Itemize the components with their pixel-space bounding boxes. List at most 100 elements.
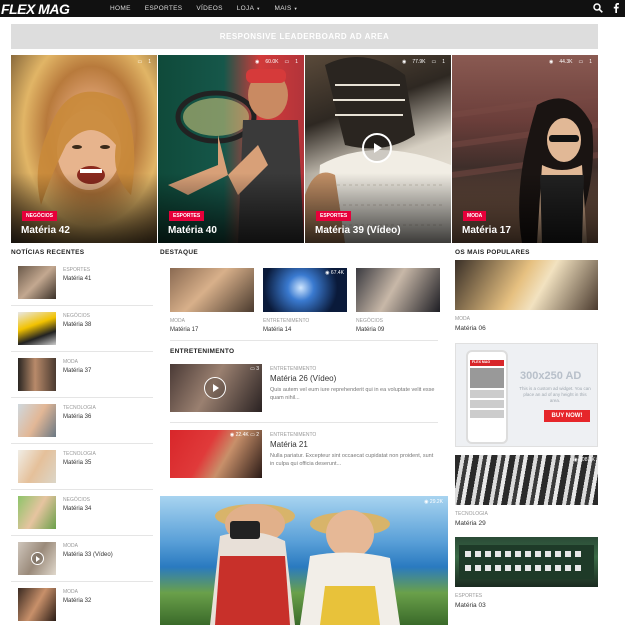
play-icon[interactable] xyxy=(204,377,226,399)
nav-label: MAIS xyxy=(274,5,292,12)
thumbnail xyxy=(18,404,56,437)
item-category[interactable]: MODA xyxy=(63,543,78,549)
item-category[interactable]: NEGÓCIOS xyxy=(63,497,90,503)
comment-icon: ▭ xyxy=(284,59,290,65)
divider xyxy=(170,422,438,423)
item-category[interactable]: MODA xyxy=(63,359,78,365)
thumbnail: ▭ 3 xyxy=(170,364,262,412)
item-title[interactable]: Matéria 21 xyxy=(270,440,308,449)
nav-loja[interactable]: LOJA ▼ xyxy=(230,5,268,12)
item-title[interactable]: Matéria 33 (Vídeo) xyxy=(63,552,113,558)
popular-card[interactable]: ◉ 308.1K TECNOLOGIA Matéria 29 xyxy=(455,455,598,527)
nav-mais[interactable]: MAIS ▼ xyxy=(268,5,305,12)
hero-stats: ▭ 1 xyxy=(137,59,151,65)
facebook-icon[interactable] xyxy=(613,3,619,13)
mock-row xyxy=(470,390,504,398)
item-category[interactable]: MODA xyxy=(455,316,598,322)
hero-stats: ◉ 77.9K ▭ 1 xyxy=(402,59,445,65)
thumb-stats: ◉ 67.4K xyxy=(325,270,344,276)
comment-count: 1 xyxy=(295,59,298,65)
play-icon[interactable] xyxy=(31,552,44,565)
big-feature-illustration xyxy=(210,504,400,625)
big-feature-image[interactable]: ◉ 29.2K xyxy=(160,496,448,625)
item-category[interactable]: ENTRETENIMENTO xyxy=(270,366,316,372)
list-item[interactable]: NEGÓCIOS Matéria 38 xyxy=(11,306,153,352)
item-title[interactable]: Matéria 35 xyxy=(63,460,91,466)
item-title[interactable]: Matéria 37 xyxy=(63,368,91,374)
thumbnail xyxy=(18,542,56,575)
thumbnail xyxy=(18,358,56,391)
nav-label: ESPORTES xyxy=(144,5,183,12)
hero-tile[interactable]: ◉ 60.0K ▭ 1 ESPORTES Matéria 40 xyxy=(158,55,304,243)
nav-videos[interactable]: VÍDEOS xyxy=(189,5,229,12)
hero-title[interactable]: Matéria 39 (Vídeo) xyxy=(315,225,401,236)
comment-count: 1 xyxy=(442,59,445,65)
item-category[interactable]: TECNOLOGIA xyxy=(63,405,96,411)
item-title[interactable]: Matéria 38 xyxy=(63,322,91,328)
item-title[interactable]: Matéria 29 xyxy=(455,520,598,527)
list-item[interactable]: TECNOLOGIA Matéria 35 xyxy=(11,444,153,490)
item-title[interactable]: Matéria 06 xyxy=(455,325,598,332)
item-category[interactable]: MODA xyxy=(63,589,78,595)
thumbnail xyxy=(170,268,254,312)
list-item[interactable]: ▭ 3 ENTRETENIMENTO Matéria 26 (Vídeo) Qu… xyxy=(170,364,438,420)
item-title[interactable]: Matéria 41 xyxy=(63,276,91,282)
hero-tile[interactable]: ◉ 44.3K ▭ 1 MODA Matéria 17 xyxy=(452,55,598,243)
buy-now-button[interactable]: BUY NOW! xyxy=(544,410,590,422)
list-item[interactable]: NEGÓCIOS Matéria 34 xyxy=(11,490,153,536)
item-title[interactable]: Matéria 26 (Vídeo) xyxy=(270,374,336,383)
item-title[interactable]: Matéria 03 xyxy=(455,602,598,609)
hero-title[interactable]: Matéria 17 xyxy=(462,225,511,236)
hero-category-badge[interactable]: ESPORTES xyxy=(316,211,352,221)
play-icon[interactable] xyxy=(362,133,392,163)
item-category[interactable]: NEGÓCIOS xyxy=(63,313,90,319)
list-item[interactable]: MODA Matéria 37 xyxy=(11,352,153,398)
eye-icon: ◉ xyxy=(549,59,554,65)
hero-title[interactable]: Matéria 42 xyxy=(21,225,70,236)
hero-tile[interactable]: ◉ 77.9K ▭ 1 ESPORTES Matéria 39 (Vídeo) xyxy=(305,55,451,243)
hero-category-badge[interactable]: MODA xyxy=(463,211,487,221)
item-category[interactable]: ESPORTES xyxy=(63,267,90,273)
list-item[interactable]: MODA Matéria 33 (Vídeo) xyxy=(11,536,153,582)
item-category[interactable]: NEGÓCIOS xyxy=(356,318,440,324)
list-item[interactable]: ◉ 22.4K ▭ 2 ENTRETENIMENTO Matéria 21 Nu… xyxy=(170,430,438,486)
mock-row xyxy=(470,410,504,418)
thumbnail xyxy=(18,588,56,621)
item-category[interactable]: TECNOLOGIA xyxy=(63,451,96,457)
hero-title[interactable]: Matéria 40 xyxy=(168,225,217,236)
featured-card[interactable]: NEGÓCIOS Matéria 09 xyxy=(356,268,440,333)
item-category[interactable]: ENTRETENIMENTO xyxy=(263,318,347,324)
search-icon[interactable] xyxy=(593,3,603,13)
item-title[interactable]: Matéria 09 xyxy=(356,327,440,333)
list-item[interactable]: MODA Matéria 32 xyxy=(11,582,153,628)
item-category[interactable]: ENTRETENIMENTO xyxy=(270,432,316,438)
featured-heading: DESTAQUE xyxy=(160,249,199,256)
header-icons xyxy=(593,3,619,13)
featured-card[interactable]: ◉ 67.4K ENTRETENIMENTO Matéria 14 xyxy=(263,268,347,333)
popular-card[interactable]: MODA Matéria 06 xyxy=(455,260,598,332)
site-logo[interactable]: FLEX MAG xyxy=(1,1,101,17)
item-title[interactable]: Matéria 32 xyxy=(63,598,91,604)
popular-card[interactable]: ESPORTES Matéria 03 xyxy=(455,537,598,609)
nav-esportes[interactable]: ESPORTES xyxy=(138,5,190,12)
list-item[interactable]: TECNOLOGIA Matéria 36 xyxy=(11,398,153,444)
comment-count: 1 xyxy=(589,59,592,65)
square-ad[interactable]: FLEX MAG 300x250 AD This is a custom ad … xyxy=(455,343,598,447)
hero-category-badge[interactable]: NEGÓCIOS xyxy=(22,211,57,221)
featured-card[interactable]: MODA Matéria 17 xyxy=(170,268,254,333)
item-category[interactable]: MODA xyxy=(170,318,254,324)
item-title[interactable]: Matéria 17 xyxy=(170,327,254,333)
list-item[interactable]: ESPORTES Matéria 41 xyxy=(11,260,153,306)
item-category[interactable]: TECNOLOGIA xyxy=(455,511,598,517)
item-title[interactable]: Matéria 34 xyxy=(63,506,91,512)
item-title[interactable]: Matéria 14 xyxy=(263,327,347,333)
item-category[interactable]: ESPORTES xyxy=(455,593,598,599)
hero-tile[interactable]: ▭ 1 NEGÓCIOS Matéria 42 xyxy=(11,55,157,243)
thumbnail: ◉ 308.1K xyxy=(455,455,598,505)
item-title[interactable]: Matéria 36 xyxy=(63,414,91,420)
hero-category-badge[interactable]: ESPORTES xyxy=(169,211,205,221)
leaderboard-ad[interactable]: RESPONSIVE LEADERBOARD AD AREA xyxy=(11,24,598,49)
divider xyxy=(170,340,438,341)
phone-mockup: FLEX MAG xyxy=(466,350,508,444)
nav-home[interactable]: HOME xyxy=(103,5,138,12)
